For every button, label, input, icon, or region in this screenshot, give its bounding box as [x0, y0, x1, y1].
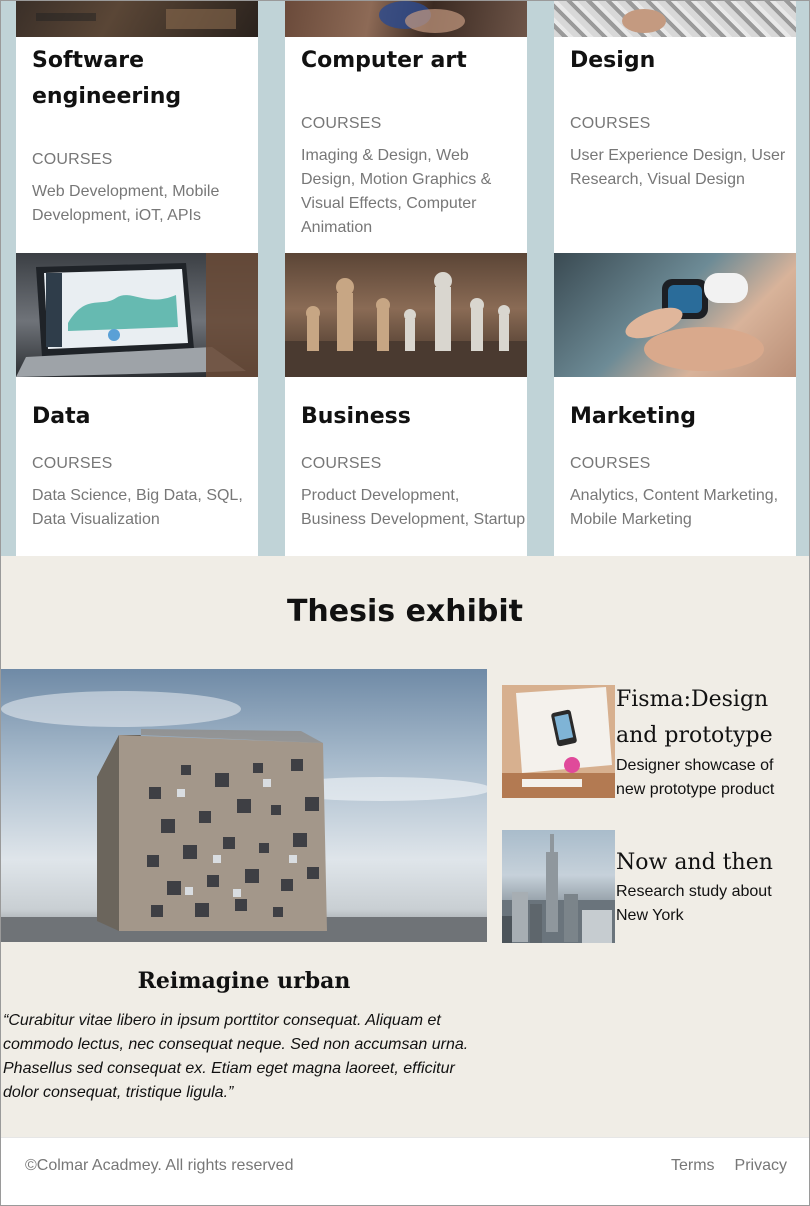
- exhibit-item-image: [502, 830, 615, 943]
- exhibit-item-now-and-then[interactable]: Now and then Research study about New Yo…: [502, 830, 802, 943]
- course-title[interactable]: Software engineering: [32, 43, 250, 115]
- course-image: [554, 253, 796, 377]
- privacy-link[interactable]: Privacy: [735, 1157, 787, 1175]
- course-image: [554, 1, 796, 37]
- course-card-business[interactable]: Business COURSES Product Development, Bu…: [285, 253, 527, 556]
- exhibit-item-title[interactable]: Now and then: [616, 845, 806, 881]
- course-label: COURSES: [301, 115, 382, 132]
- course-description: Analytics, Content Marketing, Mobile Mar…: [570, 487, 779, 528]
- course-label: COURSES: [32, 151, 113, 168]
- course-label: COURSES: [301, 455, 382, 472]
- course-title[interactable]: Business: [301, 399, 519, 435]
- course-card-software-engineering[interactable]: Software engineering COURSES Web Develop…: [16, 1, 258, 253]
- course-image: [285, 1, 527, 37]
- course-title[interactable]: Marketing: [570, 399, 788, 435]
- course-card-design[interactable]: Design COURSES User Experience Design, U…: [554, 1, 796, 253]
- terms-link[interactable]: Terms: [671, 1157, 715, 1175]
- course-image: [16, 253, 258, 377]
- section-title: Thesis exhibit: [286, 594, 524, 629]
- exhibit-item-description: Designer showcase of new prototype produ…: [616, 757, 775, 798]
- course-description: User Experience Design, User Research, V…: [570, 147, 786, 188]
- course-description: Imaging & Design, Web Design, Motion Gra…: [301, 147, 492, 236]
- course-image: [285, 253, 527, 377]
- exhibit-item-description: Research study about New York: [616, 883, 772, 924]
- course-description: Data Science, Big Data, SQL, Data Visual…: [32, 487, 243, 528]
- course-label: COURSES: [32, 455, 113, 472]
- exhibit-item-title[interactable]: Fisma:Design and prototype: [616, 682, 806, 754]
- courses-section: Software engineering COURSES Web Develop…: [1, 1, 809, 556]
- course-label: COURSES: [570, 455, 651, 472]
- course-description: Product Development, Business Developmen…: [301, 487, 526, 528]
- course-image: [16, 1, 258, 37]
- course-card-marketing[interactable]: Marketing COURSES Analytics, Content Mar…: [554, 253, 796, 556]
- featured-quote: “Curabitur vitae libero in ipsum porttit…: [3, 1012, 469, 1101]
- course-title[interactable]: Design: [570, 43, 788, 79]
- featured-caption[interactable]: Reimagine urban: [1, 968, 487, 994]
- copyright-text: ©Colmar Acadmey. All rights reserved: [25, 1157, 294, 1174]
- course-label: COURSES: [570, 115, 651, 132]
- thesis-exhibit-section: Thesis exhibit Reimagine urban “Curabitu…: [1, 556, 809, 1137]
- exhibit-item-fisma[interactable]: Fisma:Design and prototype Designer show…: [502, 685, 802, 805]
- course-description: Web Development, Mobile Development, iOT…: [32, 183, 220, 224]
- footer-links: Terms Privacy: [671, 1157, 787, 1175]
- course-card-computer-art[interactable]: Computer art COURSES Imaging & Design, W…: [285, 1, 527, 253]
- course-title[interactable]: Data: [32, 399, 250, 435]
- featured-building-image[interactable]: [1, 669, 487, 942]
- exhibit-item-image: [502, 685, 615, 798]
- course-title[interactable]: Computer art: [301, 43, 519, 79]
- course-card-data[interactable]: Data COURSES Data Science, Big Data, SQL…: [16, 253, 258, 556]
- footer: ©Colmar Acadmey. All rights reserved Ter…: [1, 1137, 809, 1205]
